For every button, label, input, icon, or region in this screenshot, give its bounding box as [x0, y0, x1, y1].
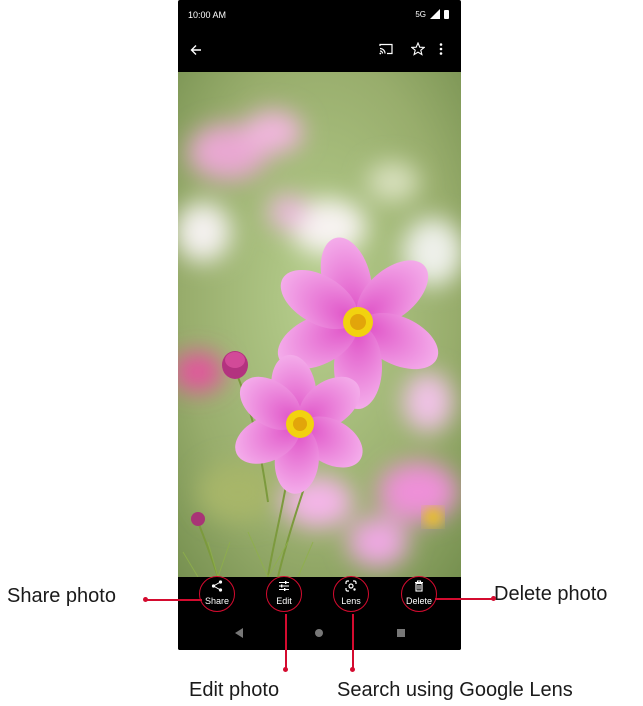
delete-button[interactable]: Delete: [401, 576, 437, 612]
callout-delete-line: [435, 598, 492, 600]
app-bar: [178, 28, 461, 72]
lens-highlight-ring: [333, 576, 369, 612]
status-time: 10:00 AM: [188, 10, 227, 20]
signal-icon: [430, 9, 440, 19]
callout-lens-line: [352, 614, 354, 669]
nav-back-icon[interactable]: [235, 628, 243, 638]
edit-button[interactable]: Edit: [266, 576, 302, 612]
callout-share-text: Share photo: [7, 585, 116, 607]
photo-image: [178, 72, 461, 577]
back-arrow-icon[interactable]: [190, 44, 202, 56]
star-outline-icon[interactable]: [411, 42, 425, 56]
network-type: 5G: [415, 9, 426, 19]
lens-button[interactable]: Lens: [333, 576, 369, 612]
battery-icon: [444, 9, 449, 19]
status-indicators: 5G: [415, 9, 449, 19]
callout-share-line: [146, 599, 202, 601]
callout-edit-text: Edit photo: [189, 679, 280, 701]
share-highlight-ring: [199, 576, 235, 612]
phone-screen: 10:00 AM 5G Share Edit Lens Delete: [178, 0, 461, 650]
callout-delete-text: Delete photo: [494, 583, 608, 605]
status-bar: 10:00 AM 5G: [178, 0, 461, 28]
cast-icon[interactable]: [379, 43, 393, 55]
system-nav-bar: [178, 617, 461, 650]
callout-edit-line: [285, 614, 287, 669]
callout-lens-text: Search using Google Lens: [337, 679, 573, 701]
nav-recents-icon[interactable]: [397, 629, 405, 637]
share-button[interactable]: Share: [199, 576, 235, 612]
delete-highlight-ring: [401, 576, 437, 612]
callout-lens-dot: [350, 667, 355, 672]
photo-action-bar: Share Edit Lens Delete: [178, 576, 461, 617]
more-vertical-icon[interactable]: [439, 43, 443, 55]
photo-cosmos-flowers[interactable]: [178, 72, 461, 577]
nav-home-icon[interactable]: [315, 629, 323, 637]
callout-edit-dot: [283, 667, 288, 672]
edit-highlight-ring: [266, 576, 302, 612]
